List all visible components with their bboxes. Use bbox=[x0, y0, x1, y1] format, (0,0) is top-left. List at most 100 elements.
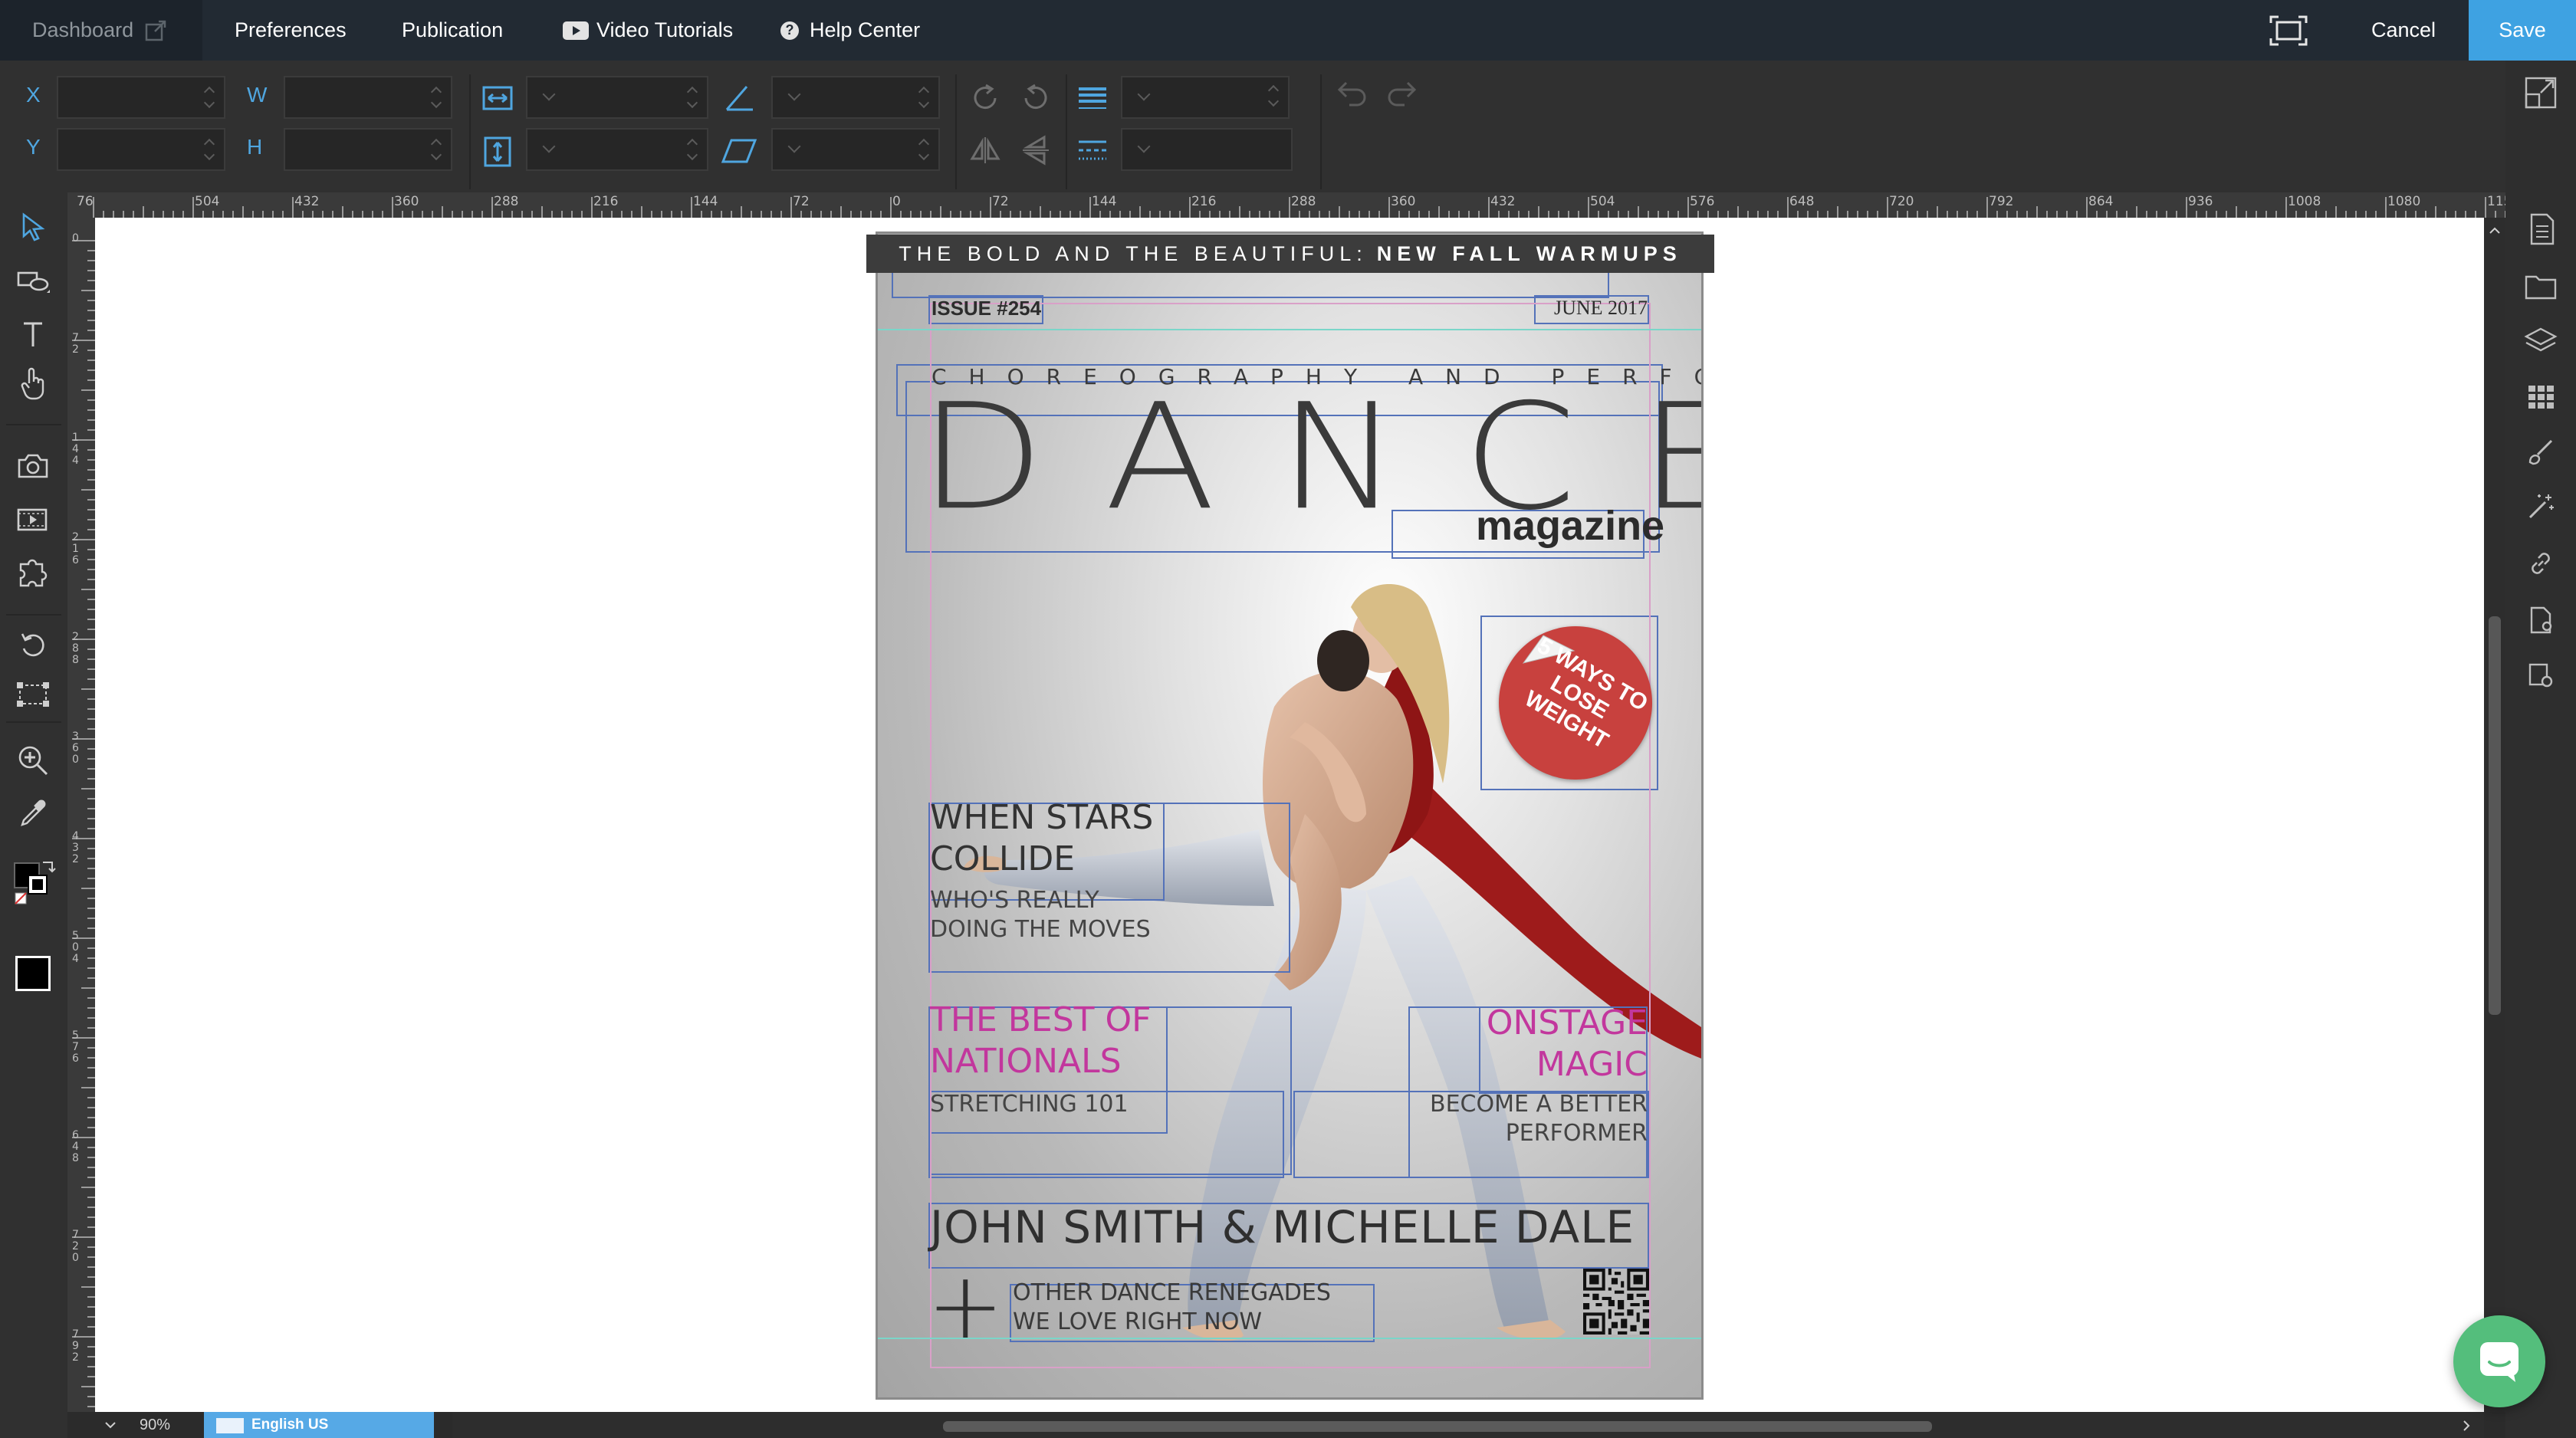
links-panel-button[interactable] bbox=[2521, 543, 2561, 583]
scroll-right-icon[interactable] bbox=[2458, 1415, 2476, 1436]
chat-support-button[interactable] bbox=[2453, 1315, 2545, 1407]
zoom-tool[interactable] bbox=[11, 738, 55, 783]
layers-panel-button[interactable] bbox=[2521, 321, 2561, 361]
transform-tool[interactable] bbox=[11, 672, 55, 717]
horizontal-scroll-thumb[interactable] bbox=[943, 1421, 1932, 1432]
flip-horizontal-icon[interactable] bbox=[969, 134, 1001, 166]
story2-sub[interactable]: STRETCHING 101 bbox=[930, 1091, 1129, 1118]
magazine-page[interactable]: ISSUE #254 JUNE 2017 CHOREOGRAPHY AND PE… bbox=[876, 231, 1704, 1400]
interactivity-tool[interactable] bbox=[11, 361, 55, 405]
stroke-weight-spinner-icon[interactable] bbox=[1268, 82, 1279, 110]
vertical-scale-icon[interactable] bbox=[483, 136, 512, 168]
width-spinner-icon[interactable] bbox=[431, 84, 442, 111]
horizontal-scrollbar[interactable] bbox=[452, 1412, 2484, 1438]
zoom-dropdown-icon[interactable] bbox=[101, 1418, 120, 1433]
feature-headline[interactable]: JOHN SMITH & MICHELLE DALE bbox=[930, 1201, 1635, 1253]
scroll-up-icon[interactable] bbox=[2484, 221, 2505, 239]
select-tool[interactable] bbox=[11, 205, 55, 249]
width-input[interactable] bbox=[284, 76, 452, 119]
skew-icon[interactable] bbox=[721, 137, 757, 165]
page-settings-button[interactable] bbox=[2521, 600, 2561, 640]
footer-line1[interactable]: OTHER DANCE RENEGADES bbox=[1013, 1279, 1331, 1306]
stroke-style-icon[interactable] bbox=[1076, 137, 1109, 163]
story2-headline-line1[interactable]: THE BEST OF bbox=[930, 1000, 1151, 1039]
grid-panel-button[interactable] bbox=[2521, 376, 2561, 416]
settings-panel-button[interactable] bbox=[2521, 655, 2561, 695]
top-banner[interactable]: THE BOLD AND THE BEAUTIFUL: NEW FALL WAR… bbox=[866, 235, 1714, 273]
rotation-spinner-icon[interactable] bbox=[918, 84, 929, 111]
footer-line2[interactable]: WE LOVE RIGHT NOW bbox=[1013, 1308, 1262, 1335]
zoom-level[interactable]: 90% bbox=[140, 1417, 170, 1434]
skew-spinner-icon[interactable] bbox=[918, 136, 929, 163]
language-selector[interactable]: English US bbox=[204, 1412, 434, 1438]
scale-x-select[interactable] bbox=[526, 76, 708, 119]
height-input[interactable] bbox=[284, 128, 452, 171]
help-center-link[interactable]: ? Help Center bbox=[780, 0, 920, 61]
story1-sub-line1[interactable]: WHO'S REALLY bbox=[930, 887, 1099, 914]
horizontal-scale-icon[interactable] bbox=[481, 85, 514, 111]
vertical-scroll-thumb[interactable] bbox=[2489, 616, 2501, 1015]
story1-headline-line1[interactable]: WHEN STARS bbox=[930, 798, 1153, 837]
scale-y-spinner-icon[interactable] bbox=[687, 136, 698, 163]
styles-panel-button[interactable] bbox=[2521, 432, 2561, 471]
y-input[interactable] bbox=[57, 128, 225, 171]
story3-sub-line1[interactable]: BECOME A BETTER bbox=[1430, 1091, 1648, 1118]
vertical-scrollbar[interactable] bbox=[2484, 218, 2505, 1412]
scale-x-spinner-icon[interactable] bbox=[687, 84, 698, 111]
color-preview-swatch[interactable] bbox=[15, 956, 51, 991]
horizontal-ruler[interactable]: 76 504 432 360 288 216 144 72 0 72 144 216 288 360 432… bbox=[67, 192, 2520, 218]
stroke-weight-icon[interactable] bbox=[1076, 85, 1109, 111]
story3-sub-line2[interactable]: PERFORMER bbox=[1506, 1120, 1648, 1147]
dashboard-link[interactable]: Dashboard bbox=[0, 0, 202, 61]
save-button[interactable]: Save bbox=[2469, 0, 2576, 61]
stroke-weight-select[interactable] bbox=[1121, 76, 1290, 119]
issue-date[interactable]: JUNE 2017 bbox=[1554, 297, 1648, 320]
cancel-button[interactable]: Cancel bbox=[2371, 0, 2436, 61]
rotate-tool[interactable] bbox=[11, 623, 55, 668]
reset-colors-icon[interactable] bbox=[14, 891, 31, 908]
text-tool[interactable] bbox=[11, 312, 55, 356]
x-spinner-icon[interactable] bbox=[204, 84, 215, 111]
flip-vertical-icon[interactable] bbox=[1020, 134, 1052, 166]
stroke-style-select[interactable] bbox=[1121, 128, 1293, 171]
x-input[interactable] bbox=[57, 76, 225, 119]
shape-tool[interactable] bbox=[11, 258, 55, 303]
vertical-ruler[interactable]: 0 7 2 1 4 4 2 1 6 2 8 8 3 6 0 4 3 2 5 0 4 5 7 6 6… bbox=[67, 218, 95, 1412]
story2-headline-line2[interactable]: NATIONALS bbox=[930, 1042, 1122, 1081]
story3-headline-line2[interactable]: MAGIC bbox=[1536, 1045, 1648, 1084]
toolbar-divider bbox=[469, 74, 471, 189]
video-tool[interactable] bbox=[11, 497, 55, 542]
redo-icon[interactable] bbox=[1385, 77, 1420, 108]
rotate-counterclockwise-icon[interactable] bbox=[1020, 82, 1052, 114]
image-tool[interactable] bbox=[11, 444, 55, 488]
video-tutorials-link[interactable]: Video Tutorials bbox=[563, 0, 733, 61]
fit-screen-button[interactable] bbox=[2269, 0, 2308, 61]
story3-headline-line1[interactable]: ONSTAGE bbox=[1487, 1003, 1648, 1042]
color-swatches[interactable] bbox=[11, 858, 58, 904]
story1-headline-line2[interactable]: COLLIDE bbox=[930, 839, 1075, 878]
rotation-select[interactable] bbox=[771, 76, 940, 119]
pages-panel-button[interactable] bbox=[2521, 209, 2561, 249]
rotate-clockwise-icon[interactable] bbox=[969, 82, 1001, 114]
effects-panel-button[interactable] bbox=[2521, 487, 2561, 527]
w-label: W bbox=[247, 83, 268, 107]
skew-select[interactable] bbox=[771, 128, 940, 171]
qr-code[interactable] bbox=[1583, 1269, 1649, 1335]
rotation-angle-icon[interactable] bbox=[724, 84, 756, 113]
swap-colors-icon[interactable] bbox=[40, 858, 57, 875]
eyedropper-tool[interactable] bbox=[11, 792, 55, 836]
undo-icon[interactable] bbox=[1334, 77, 1369, 108]
story1-sub-line2[interactable]: DOING THE MOVES bbox=[930, 916, 1151, 943]
widget-tool[interactable] bbox=[11, 551, 55, 596]
y-spinner-icon[interactable] bbox=[204, 136, 215, 163]
preferences-menu[interactable]: Preferences bbox=[235, 0, 347, 61]
fullscreen-button[interactable] bbox=[2521, 73, 2561, 113]
publication-menu[interactable]: Publication bbox=[402, 0, 503, 61]
height-spinner-icon[interactable] bbox=[431, 136, 442, 163]
issue-number[interactable]: ISSUE #254 bbox=[932, 297, 1041, 320]
magazine-subtitle[interactable]: magazine bbox=[1476, 502, 1664, 550]
files-panel-button[interactable] bbox=[2521, 266, 2561, 306]
scale-y-select[interactable] bbox=[526, 128, 708, 171]
stroke-color-swatch[interactable] bbox=[28, 875, 48, 895]
plus-sign[interactable]: + bbox=[927, 1261, 1004, 1353]
